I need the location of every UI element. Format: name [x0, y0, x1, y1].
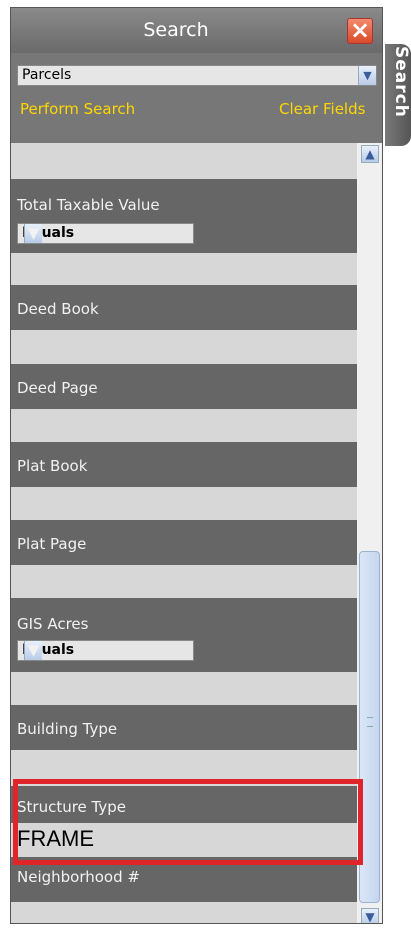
- search-side-tab-label: Search: [391, 46, 411, 118]
- chevron-down-icon[interactable]: ▼: [24, 641, 42, 660]
- field-label-gis-acres: GIS Acres: [11, 598, 357, 639]
- field-label-building-type: Building Type: [11, 705, 357, 750]
- layer-select-value: Parcels: [22, 67, 72, 83]
- close-icon[interactable]: ×: [347, 18, 373, 44]
- gis-acres-input[interactable]: [11, 672, 357, 705]
- structure-type-highlight: [13, 779, 363, 865]
- deed-book-input[interactable]: [11, 330, 357, 364]
- grip-icon: [367, 717, 373, 727]
- layer-select[interactable]: Parcels ▼: [17, 65, 377, 86]
- field-label-plat-page: Plat Page: [11, 520, 357, 565]
- field-label-deed-book: Deed Book: [11, 285, 357, 330]
- gis-acres-operator-row: Equals ▼: [11, 639, 357, 672]
- panel-header: Search ×: [11, 8, 382, 53]
- total-taxable-operator-select[interactable]: Equals ▼: [17, 223, 194, 244]
- search-side-tab[interactable]: Search: [385, 44, 411, 146]
- field-label-total-taxable-value: Total Taxable Value: [11, 179, 357, 221]
- field-input-top[interactable]: [11, 143, 357, 179]
- field-label-plat-book: Plat Book: [11, 442, 357, 487]
- panel-title: Search: [143, 19, 209, 41]
- chevron-down-icon[interactable]: ▼: [358, 66, 376, 85]
- scroll-down-icon[interactable]: ▼: [361, 908, 379, 923]
- gis-acres-operator-select[interactable]: Equals ▼: [17, 640, 194, 661]
- chevron-down-icon[interactable]: ▼: [24, 224, 42, 243]
- neighborhood-input[interactable]: [11, 902, 357, 923]
- plat-page-input[interactable]: [11, 565, 357, 598]
- total-taxable-operator-row: Equals ▼: [11, 221, 357, 253]
- total-taxable-value-input[interactable]: [11, 253, 357, 285]
- scroll-up-icon[interactable]: ▲: [361, 145, 379, 163]
- clear-fields-link[interactable]: Clear Fields: [279, 100, 382, 118]
- field-label-deed-page: Deed Page: [11, 364, 357, 409]
- plat-book-input[interactable]: [11, 487, 357, 520]
- deed-page-input[interactable]: [11, 409, 357, 442]
- perform-search-link[interactable]: Perform Search: [20, 100, 135, 118]
